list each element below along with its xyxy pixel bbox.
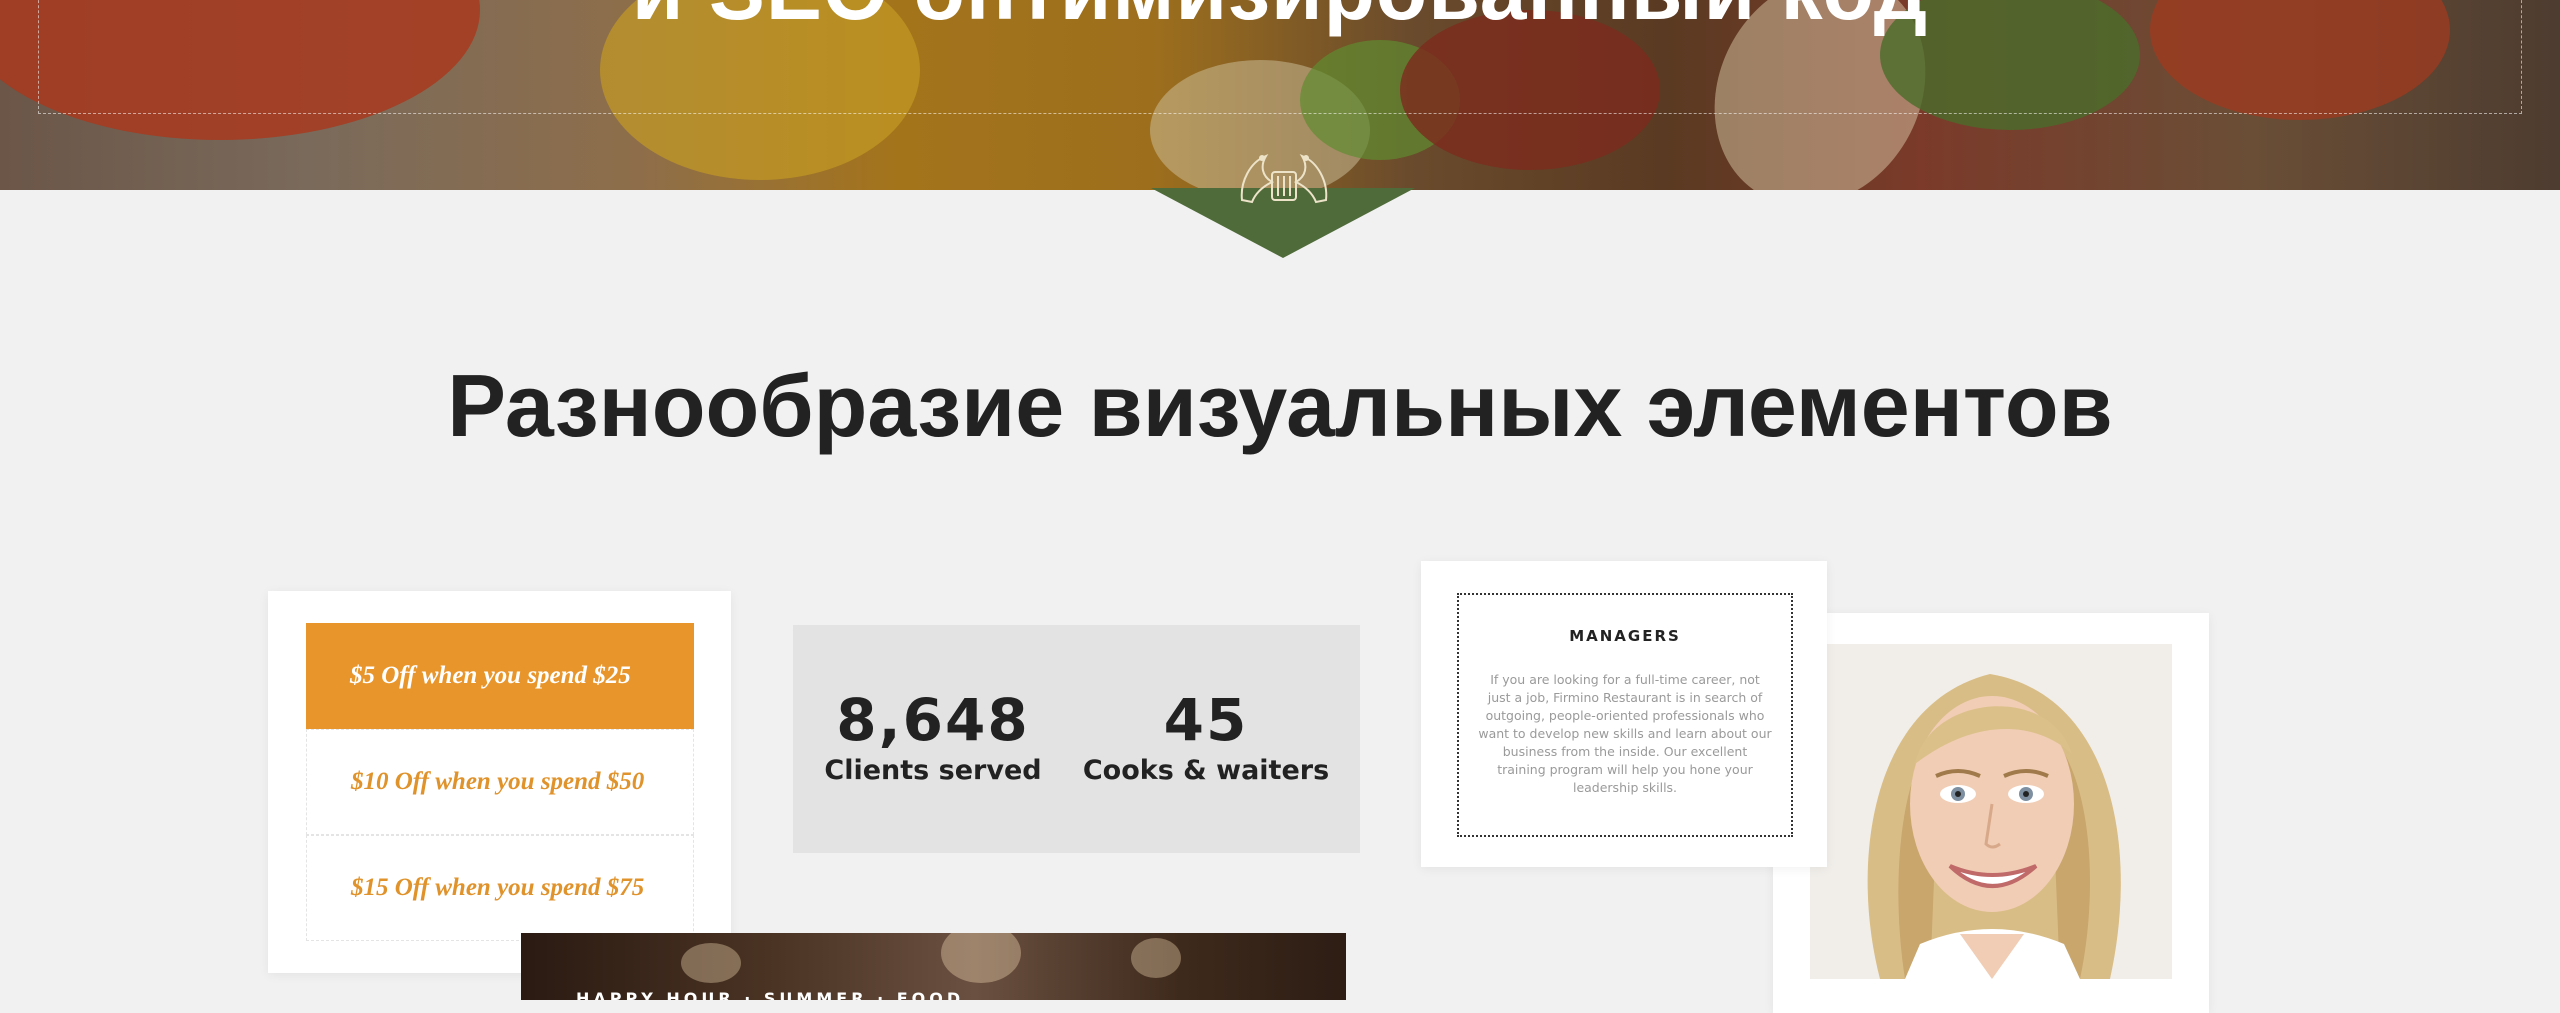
bokeh-light [941, 933, 1021, 983]
section-heading: Разнообразие визуальных элементов [447, 356, 2113, 455]
stat-clients-label: Clients served [824, 755, 1042, 786]
managers-inner-frame: MANAGERS If you are looking for a full-t… [1457, 593, 1793, 837]
stat-clients-value: 8,648 [836, 686, 1030, 754]
stat-clients: 8,648 Clients served [823, 689, 1043, 791]
woman-portrait-image [1810, 644, 2172, 979]
offer-item-5[interactable]: $5 Off when you spend $25 [306, 623, 694, 729]
bottom-photo-banner: HAPPY HOUR · SUMMER · FOOD [521, 933, 1346, 1000]
stat-cooks-label: Cooks & waiters [1082, 755, 1330, 786]
portrait-photo [1810, 644, 2172, 979]
managers-card: MANAGERS If you are looking for a full-t… [1421, 561, 1827, 867]
offer-item-10[interactable]: $10 Off when you spend $50 [306, 729, 694, 835]
stat-cooks-value: 45 [1163, 686, 1249, 754]
griffin-crest-icon [1240, 154, 1328, 204]
portrait-card [1773, 613, 2209, 1013]
managers-title: MANAGERS [1569, 627, 1681, 645]
managers-text: If you are looking for a full-time caree… [1478, 672, 1772, 795]
stat-cooks: 45 Cooks & waiters [1081, 689, 1331, 791]
hero-title: и SEO оптимизированный код [0, 0, 2560, 39]
offer-card: $5 Off when you spend $25 $10 Off when y… [268, 591, 731, 973]
bokeh-light [681, 943, 741, 983]
bokeh-light [1131, 938, 1181, 978]
offer-item-15[interactable]: $15 Off when you spend $75 [306, 835, 694, 941]
bottom-caption: HAPPY HOUR · SUMMER · FOOD [576, 989, 965, 1000]
stats-card: 8,648 Clients served 45 Cooks & waiters [793, 625, 1360, 853]
